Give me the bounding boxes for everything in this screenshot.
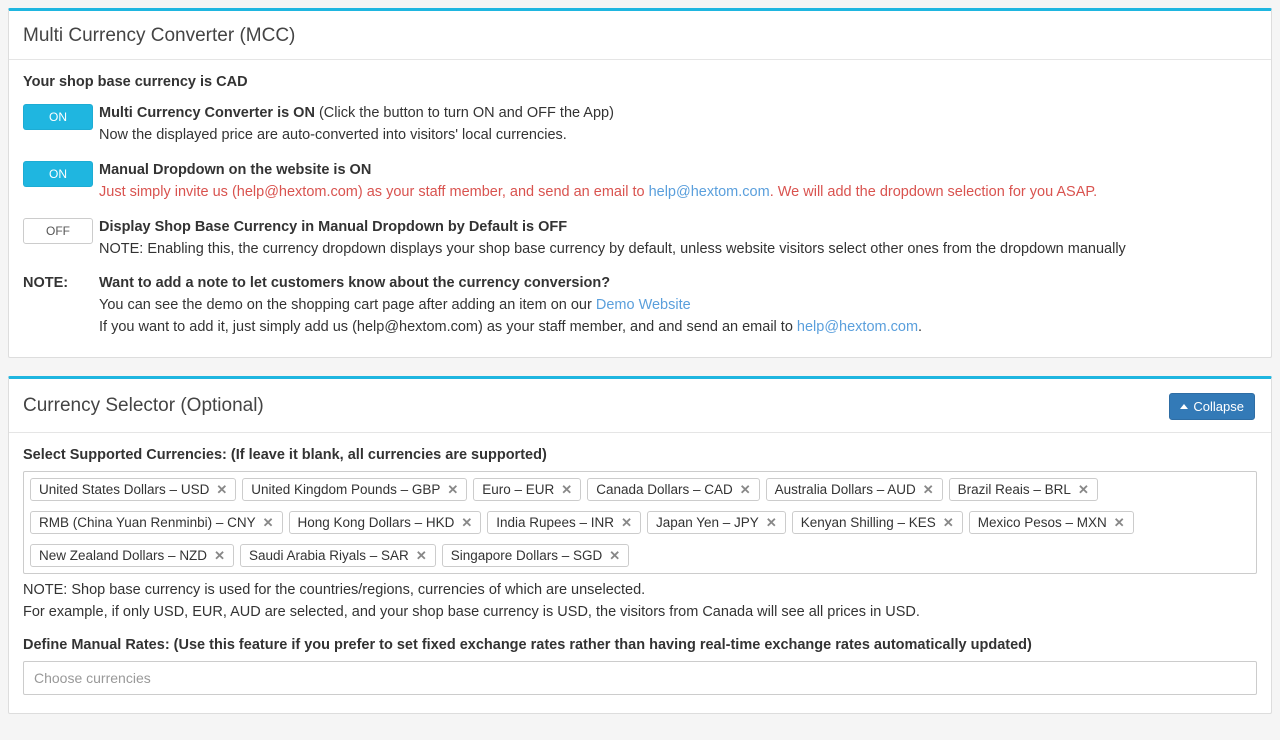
- currency-tag-label: United States Dollars – USD: [39, 482, 209, 497]
- row-dropdown-toggle: ON Manual Dropdown on the website is ON …: [23, 161, 1257, 204]
- currency-tag-label: Mexico Pesos – MXN: [978, 515, 1107, 530]
- remove-tag-icon[interactable]: ✕: [943, 516, 954, 529]
- currency-tag-label: Euro – EUR: [482, 482, 554, 497]
- demo-website-link[interactable]: Demo Website: [596, 297, 691, 313]
- manual-rates-label: Define Manual Rates: (Use this feature i…: [23, 637, 1257, 653]
- supported-note-1: NOTE: Shop base currency is used for the…: [23, 580, 1257, 602]
- remove-tag-icon[interactable]: ✕: [461, 516, 472, 529]
- display-base-title: Display Shop Base Currency in Manual Dro…: [99, 219, 1257, 235]
- currency-tag[interactable]: Saudi Arabia Riyals – SAR ✕: [240, 544, 436, 567]
- base-currency-line: Your shop base currency is CAD: [23, 74, 1257, 90]
- currency-tag[interactable]: New Zealand Dollars – NZD ✕: [30, 544, 234, 567]
- mcc-panel-title: Multi Currency Converter (MCC): [23, 25, 295, 47]
- row-app-toggle: ON Multi Currency Converter is ON (Click…: [23, 104, 1257, 147]
- currency-tag[interactable]: Japan Yen – JPY ✕: [647, 511, 786, 534]
- display-base-desc: NOTE: Enabling this, the currency dropdo…: [99, 239, 1257, 261]
- currency-selector-panel: Currency Selector (Optional) Collapse Se…: [8, 376, 1272, 715]
- dropdown-toggle[interactable]: ON: [23, 161, 93, 187]
- remove-tag-icon[interactable]: ✕: [561, 483, 572, 496]
- currency-tag[interactable]: Canada Dollars – CAD ✕: [587, 478, 759, 501]
- currency-tag-label: Australia Dollars – AUD: [775, 482, 916, 497]
- row-note: NOTE: Want to add a note to let customer…: [23, 274, 1257, 339]
- remove-tag-icon[interactable]: ✕: [416, 549, 427, 562]
- currency-tag[interactable]: Mexico Pesos – MXN ✕: [969, 511, 1134, 534]
- remove-tag-icon[interactable]: ✕: [263, 516, 274, 529]
- remove-tag-icon[interactable]: ✕: [447, 483, 458, 496]
- dropdown-title: Manual Dropdown on the website is ON: [99, 162, 1257, 178]
- supported-currencies-tagbox[interactable]: United States Dollars – USD✕United Kingd…: [23, 471, 1257, 574]
- currency-tag[interactable]: United States Dollars – USD ✕: [30, 478, 236, 501]
- remove-tag-icon[interactable]: ✕: [609, 549, 620, 562]
- currency-tag-label: United Kingdom Pounds – GBP: [251, 482, 440, 497]
- app-desc: Now the displayed price are auto-convert…: [99, 125, 1257, 147]
- currency-tag-label: RMB (China Yuan Renminbi) – CNY: [39, 515, 256, 530]
- currency-tag[interactable]: Australia Dollars – AUD ✕: [766, 478, 943, 501]
- currency-selector-header: Currency Selector (Optional) Collapse: [9, 379, 1271, 433]
- currency-tag[interactable]: Euro – EUR ✕: [473, 478, 581, 501]
- collapse-button[interactable]: Collapse: [1169, 393, 1255, 420]
- remove-tag-icon[interactable]: ✕: [923, 483, 934, 496]
- note-label: NOTE:: [23, 274, 68, 291]
- remove-tag-icon[interactable]: ✕: [621, 516, 632, 529]
- collapse-label: Collapse: [1193, 399, 1244, 414]
- remove-tag-icon[interactable]: ✕: [214, 549, 225, 562]
- currency-tag[interactable]: United Kingdom Pounds – GBP ✕: [242, 478, 467, 501]
- currency-tag-label: Brazil Reais – BRL: [958, 482, 1071, 497]
- currency-tag-label: Japan Yen – JPY: [656, 515, 759, 530]
- row-display-base-toggle: OFF Display Shop Base Currency in Manual…: [23, 218, 1257, 261]
- note-line-2: If you want to add it, just simply add u…: [99, 317, 1257, 339]
- currency-tag[interactable]: RMB (China Yuan Renminbi) – CNY ✕: [30, 511, 283, 534]
- chevron-up-icon: [1180, 404, 1188, 409]
- currency-tag[interactable]: India Rupees – INR ✕: [487, 511, 641, 534]
- dropdown-desc: Just simply invite us (help@hextom.com) …: [99, 182, 1257, 204]
- remove-tag-icon[interactable]: ✕: [1114, 516, 1125, 529]
- help-email-link[interactable]: help@hextom.com: [649, 184, 770, 200]
- currency-tag[interactable]: Brazil Reais – BRL ✕: [949, 478, 1098, 501]
- app-toggle[interactable]: ON: [23, 104, 93, 130]
- currency-tag-label: Singapore Dollars – SGD: [451, 548, 603, 563]
- remove-tag-icon[interactable]: ✕: [1078, 483, 1089, 496]
- help-email-link-2[interactable]: help@hextom.com: [797, 319, 918, 335]
- currency-tag-label: India Rupees – INR: [496, 515, 614, 530]
- mcc-panel: Multi Currency Converter (MCC) Your shop…: [8, 8, 1272, 358]
- currency-tag[interactable]: Hong Kong Dollars – HKD ✕: [289, 511, 482, 534]
- note-title: Want to add a note to let customers know…: [99, 275, 1257, 291]
- currency-tag[interactable]: Kenyan Shilling – KES ✕: [792, 511, 963, 534]
- note-line-1: You can see the demo on the shopping car…: [99, 295, 1257, 317]
- currency-tag-label: Kenyan Shilling – KES: [801, 515, 936, 530]
- remove-tag-icon[interactable]: ✕: [740, 483, 751, 496]
- manual-rates-input[interactable]: [23, 661, 1257, 695]
- currency-tag[interactable]: Singapore Dollars – SGD ✕: [442, 544, 629, 567]
- currency-tag-label: Hong Kong Dollars – HKD: [298, 515, 455, 530]
- display-base-toggle[interactable]: OFF: [23, 218, 93, 244]
- app-title: Multi Currency Converter is ON (Click th…: [99, 105, 1257, 121]
- supported-note-2: For example, if only USD, EUR, AUD are s…: [23, 602, 1257, 624]
- mcc-panel-body: Your shop base currency is CAD ON Multi …: [9, 60, 1271, 357]
- currency-selector-title: Currency Selector (Optional): [23, 395, 264, 417]
- mcc-panel-header: Multi Currency Converter (MCC): [9, 11, 1271, 60]
- currency-selector-body: Select Supported Currencies: (If leave i…: [9, 433, 1271, 714]
- remove-tag-icon[interactable]: ✕: [766, 516, 777, 529]
- currency-tag-label: Canada Dollars – CAD: [596, 482, 733, 497]
- remove-tag-icon[interactable]: ✕: [216, 483, 227, 496]
- currency-tag-label: Saudi Arabia Riyals – SAR: [249, 548, 409, 563]
- supported-currencies-label: Select Supported Currencies: (If leave i…: [23, 447, 1257, 463]
- currency-tag-label: New Zealand Dollars – NZD: [39, 548, 207, 563]
